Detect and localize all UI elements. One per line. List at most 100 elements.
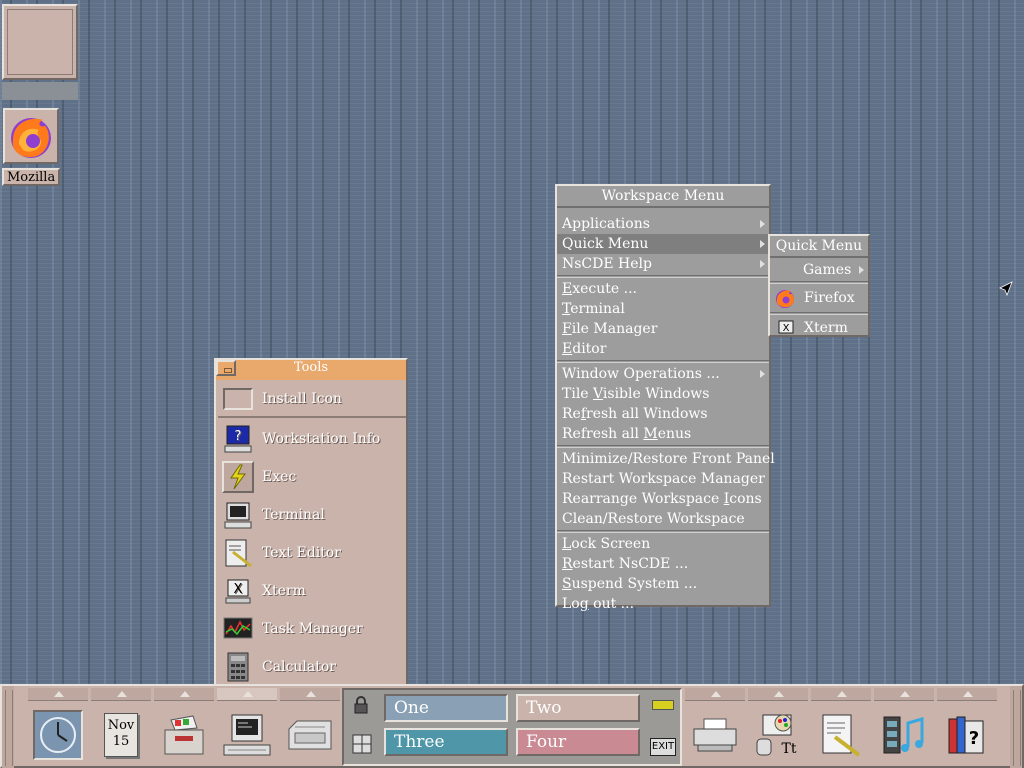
subpanel-arrow-media[interactable] [874,688,934,701]
firefox-icon [11,118,51,158]
menu-separator [557,360,769,363]
load-meter-icon [652,700,674,710]
workspace-menu-item[interactable]: NsCDE Help [557,254,769,274]
text-editor-icon [822,714,861,757]
style-manager-icon: Tt [756,714,797,757]
quick-menu: Quick Menu Games Firefox X Xterm [768,234,870,337]
quick-menu-item-firefox[interactable]: Firefox [770,285,868,311]
calculator-icon [222,651,254,683]
calendar-day: 15 [112,734,130,749]
window-list-icon[interactable] [352,734,372,754]
tools-item-text-editor[interactable]: Text Editor [218,534,406,572]
workspace-menu-item[interactable]: Suspend System ... [557,574,769,594]
workspace-menu-item[interactable]: Rearrange Workspace Icons [557,489,769,509]
tools-item-xterm[interactable]: X Xterm [218,572,406,610]
tools-item-terminal[interactable]: Terminal [218,496,406,534]
subpanel-arrow-mail[interactable] [280,688,340,701]
workspace-menu-item[interactable]: Log out ... [557,594,769,614]
workspace-menu-item[interactable]: Refresh all Menus [557,424,769,444]
tools-item-label: Calculator [262,659,336,675]
tools-item-exec[interactable]: Exec [218,458,406,496]
front-panel-handle-right[interactable] [1010,686,1022,768]
subpanel-arrow-printer[interactable] [685,688,745,701]
calendar-month: Nov [107,718,135,733]
exit-button[interactable]: EXIT [650,738,676,756]
workspace-menu-item[interactable]: Execute ... [557,279,769,299]
workspace-button-one[interactable]: One [384,694,508,722]
subpanel-arrow-tools[interactable] [217,688,277,701]
submenu-arrow-icon [859,266,864,274]
xterm-icon: X [778,320,794,334]
tools-title[interactable]: Tools [216,360,406,380]
workspace-menu-item[interactable]: Editor [557,339,769,359]
workspace-button-three[interactable]: Three [384,728,508,756]
help-manager-button[interactable]: ? [937,704,997,766]
workspace-menu-item[interactable]: Terminal [557,299,769,319]
workspace-menu-item[interactable]: Refresh all Windows [557,404,769,424]
help-books-icon: ? [948,716,984,754]
workspace-menu-item[interactable]: Lock Screen [557,534,769,554]
workspace-menu-item[interactable]: Window Operations ... [557,364,769,384]
tools-item-workstation-info[interactable]: ? Workstation Info [218,420,406,458]
workspace-menu-item[interactable]: Applications [557,214,769,234]
subpanel-arrow-clock[interactable] [28,688,88,701]
media-player-button[interactable] [874,704,934,766]
firefox-icon [776,290,794,308]
clock-icon [40,717,76,753]
tools-item-label: Install Icon [262,391,342,407]
workspace-menu-item[interactable]: Minimize/Restore Front Panel [557,449,775,469]
mail-tray-icon [288,720,332,750]
workspace-button-two[interactable]: Two [516,694,640,722]
svg-text:?: ? [969,728,979,749]
terminal-button[interactable] [217,704,277,766]
workspace-menu-item[interactable]: Restart Workspace Manager [557,469,769,489]
file-manager-button[interactable] [154,704,214,766]
tools-item-task-manager[interactable]: Task Manager [218,610,406,648]
printer-button[interactable] [685,704,745,766]
subpanel-arrow-calendar[interactable] [91,688,151,701]
menu-separator [557,445,769,448]
calendar-button[interactable]: Nov 15 [91,704,151,766]
svg-text:?: ? [235,429,242,444]
svg-text:Tt: Tt [782,741,797,757]
workspace-menu: Workspace Menu Applications Quick Menu NsC… [555,184,775,612]
workspace-menu-item[interactable]: Quick Menu [557,234,769,254]
quick-menu-title: Quick Menu [770,236,868,258]
tools-item-label: Xterm [262,583,306,599]
text-editor-icon [222,537,254,569]
quick-menu-item-games[interactable]: Games [770,260,868,280]
front-panel-handle-left[interactable] [2,686,14,768]
subpanel-arrow-help[interactable] [937,688,997,701]
tools-item-calculator[interactable]: Calculator [218,648,406,686]
subpanel-arrow-style[interactable] [748,688,808,701]
install-icon [222,383,254,415]
desktop-icon-mozilla[interactable] [3,108,59,164]
subpanel-arrow-editor[interactable] [811,688,871,701]
tools-item-label: Workstation Info [262,431,381,447]
style-manager-button[interactable]: Tt [748,704,808,766]
subpanel-arrow-files[interactable] [154,688,214,701]
workspace-menu-item[interactable]: Clean/Restore Workspace [557,509,769,529]
text-editor-button[interactable] [811,704,871,766]
desktop-blank-label [2,82,78,100]
submenu-arrow-icon [760,260,765,268]
workspace-menu-item[interactable]: Restart NsCDE ... [557,554,769,574]
workspace-menu-item[interactable]: Tile Visible Windows [557,384,769,404]
workspace-menu-item[interactable]: File Manager [557,319,769,339]
tools-item-install-icon[interactable]: Install Icon [218,382,406,418]
submenu-arrow-icon [760,370,765,378]
tools-item-label: Exec [262,469,297,485]
tools-item-label: Text Editor [262,545,341,561]
terminal-icon [222,499,254,531]
workspace-button-four[interactable]: Four [516,728,640,756]
clock-button[interactable] [28,704,88,766]
xterm-icon: X [222,575,254,607]
lock-icon[interactable] [353,696,369,714]
mail-button[interactable] [280,704,340,766]
tools-item-label: Task Manager [262,621,363,637]
tools-close-button[interactable] [216,360,236,376]
quick-menu-item-xterm[interactable]: X Xterm [770,316,868,340]
desktop-blank-icon[interactable] [2,4,78,80]
desktop-icon-label[interactable]: Mozilla [2,168,60,186]
calendar-icon: Nov 15 [104,713,138,757]
